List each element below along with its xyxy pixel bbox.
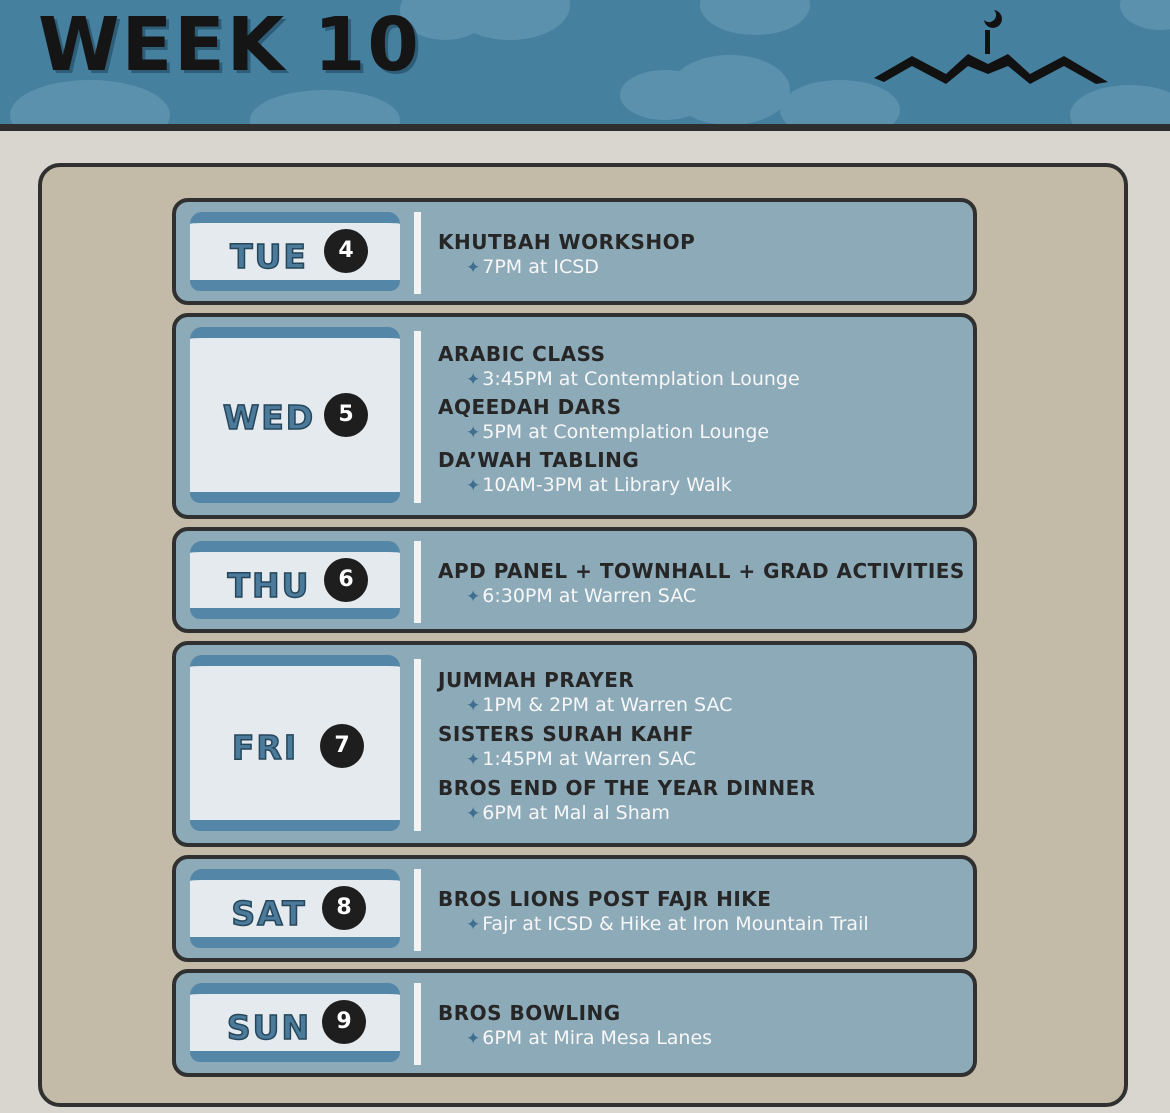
event-title: JUMMAH PRAYER bbox=[438, 668, 635, 692]
sparkle-icon: ✦ bbox=[466, 258, 481, 278]
sparkle-icon: ✦ bbox=[466, 423, 481, 443]
event-detail-text: 6:30PM at Warren SAC bbox=[482, 585, 697, 607]
event-list: ARABIC CLASS ✦ 3:45PM at Contemplation Lo… bbox=[438, 342, 963, 499]
sparkle-icon: ✦ bbox=[466, 804, 481, 824]
column-divider bbox=[414, 331, 421, 503]
event-detail: ✦ 1PM & 2PM at Warren SAC bbox=[438, 693, 963, 719]
event-list: JUMMAH PRAYER ✦ 1PM & 2PM at Warren SAC S… bbox=[438, 668, 963, 827]
sparkle-icon: ✦ bbox=[466, 696, 481, 716]
column-divider bbox=[414, 983, 421, 1065]
event-detail-text: 6PM at Mira Mesa Lanes bbox=[482, 1027, 713, 1049]
column-divider bbox=[414, 869, 421, 951]
column-divider bbox=[414, 212, 421, 294]
day-label-box: THU 6 bbox=[190, 541, 400, 619]
event-detail: ✦ 5PM at Contemplation Lounge bbox=[438, 420, 963, 446]
day-label: FRI bbox=[231, 727, 299, 768]
event-detail-text: 10AM-3PM at Library Walk bbox=[482, 474, 732, 496]
day-label-box: WED 5 bbox=[190, 327, 400, 503]
event-list: KHUTBAH WORKSHOP ✦ 7PM at ICSD bbox=[438, 230, 963, 281]
event-detail-text: 1:45PM at Warren SAC bbox=[482, 748, 697, 770]
cloud-decoration bbox=[670, 55, 790, 124]
header-banner: WEEK 10 bbox=[0, 0, 1170, 124]
cloud-decoration bbox=[700, 0, 810, 35]
day-number-badge: 5 bbox=[324, 393, 368, 437]
event-detail: ✦ 7PM at ICSD bbox=[438, 255, 963, 281]
sparkle-icon: ✦ bbox=[466, 587, 481, 607]
event-title: DA’WAH TABLING bbox=[438, 448, 640, 472]
cloud-decoration bbox=[1120, 0, 1170, 30]
event-detail: ✦ 3:45PM at Contemplation Lounge bbox=[438, 367, 963, 393]
day-card-tue: TUE 4 KHUTBAH WORKSHOP ✦ 7PM at ICSD bbox=[172, 198, 977, 305]
day-number-badge: 6 bbox=[324, 558, 368, 602]
event-title: BROS LIONS POST FAJR HIKE bbox=[438, 887, 772, 911]
event-detail-text: 5PM at Contemplation Lounge bbox=[482, 421, 770, 443]
day-label-box: TUE 4 bbox=[190, 212, 400, 291]
event-detail-text: 6PM at Mal al Sham bbox=[482, 802, 670, 824]
sparkle-icon: ✦ bbox=[466, 750, 481, 770]
day-label-box: SAT 8 bbox=[190, 869, 400, 948]
mosque-dome-logo-icon bbox=[874, 10, 1108, 84]
day-card-wed: WED 5 ARABIC CLASS ✦ 3:45PM at Contemplat… bbox=[172, 313, 977, 519]
event-detail-text: Fajr at ICSD & Hike at Iron Mountain Tra… bbox=[482, 913, 869, 935]
sparkle-icon: ✦ bbox=[466, 370, 481, 390]
event-title: AQEEDAH DARS bbox=[438, 395, 622, 419]
day-number-badge: 9 bbox=[322, 1000, 366, 1044]
event-detail: ✦ Fajr at ICSD & Hike at Iron Mountain Tr… bbox=[438, 912, 963, 938]
column-divider bbox=[414, 659, 421, 831]
event-title: BROS END OF THE YEAR DINNER bbox=[438, 776, 816, 800]
header-divider bbox=[0, 124, 1170, 131]
event-list: BROS LIONS POST FAJR HIKE ✦ Fajr at ICSD … bbox=[438, 887, 963, 938]
event-detail-text: 7PM at ICSD bbox=[482, 256, 599, 278]
event-title: ARABIC CLASS bbox=[438, 342, 606, 366]
event-detail: ✦ 6PM at Mira Mesa Lanes bbox=[438, 1026, 963, 1052]
day-label-box: SUN 9 bbox=[190, 983, 400, 1062]
event-detail-text: 1PM & 2PM at Warren SAC bbox=[482, 694, 733, 716]
day-label-box: FRI 7 bbox=[190, 655, 400, 831]
event-list: APD PANEL + TOWNHALL + GRAD ACTIVITIES ✦… bbox=[438, 559, 965, 610]
day-number-badge: 8 bbox=[322, 886, 366, 930]
day-card-fri: FRI 7 JUMMAH PRAYER ✦ 1PM & 2PM at Warren… bbox=[172, 641, 977, 847]
sparkle-icon: ✦ bbox=[466, 1029, 481, 1049]
event-detail: ✦ 6:30PM at Warren SAC bbox=[438, 584, 963, 610]
event-detail: ✦ 10AM-3PM at Library Walk bbox=[438, 473, 963, 499]
day-card-sun: SUN 9 BROS BOWLING ✦ 6PM at Mira Mesa Lan… bbox=[172, 969, 977, 1077]
event-title: BROS BOWLING bbox=[438, 1001, 621, 1025]
day-number-badge: 4 bbox=[324, 229, 368, 273]
event-list: BROS BOWLING ✦ 6PM at Mira Mesa Lanes bbox=[438, 1001, 963, 1052]
day-number-badge: 7 bbox=[320, 724, 364, 768]
sparkle-icon: ✦ bbox=[466, 915, 481, 935]
column-divider bbox=[414, 541, 421, 623]
sparkle-icon: ✦ bbox=[466, 476, 481, 496]
event-detail: ✦ 6PM at Mal al Sham bbox=[438, 801, 963, 827]
event-detail: ✦ 1:45PM at Warren SAC bbox=[438, 747, 963, 773]
event-title: SISTERS SURAH KAHF bbox=[438, 722, 694, 746]
day-card-thu: THU 6 APD PANEL + TOWNHALL + GRAD ACTIVI… bbox=[172, 527, 977, 633]
event-title: KHUTBAH WORKSHOP bbox=[438, 230, 696, 254]
day-card-sat: SAT 8 BROS LIONS POST FAJR HIKE ✦ Fajr at… bbox=[172, 855, 977, 962]
cloud-decoration bbox=[250, 90, 400, 124]
event-title: APD PANEL + TOWNHALL + GRAD ACTIVITIES bbox=[438, 559, 965, 583]
page-title: WEEK 10 bbox=[38, 2, 421, 88]
event-detail-text: 3:45PM at Contemplation Lounge bbox=[482, 368, 800, 390]
cloud-decoration bbox=[1070, 85, 1170, 124]
